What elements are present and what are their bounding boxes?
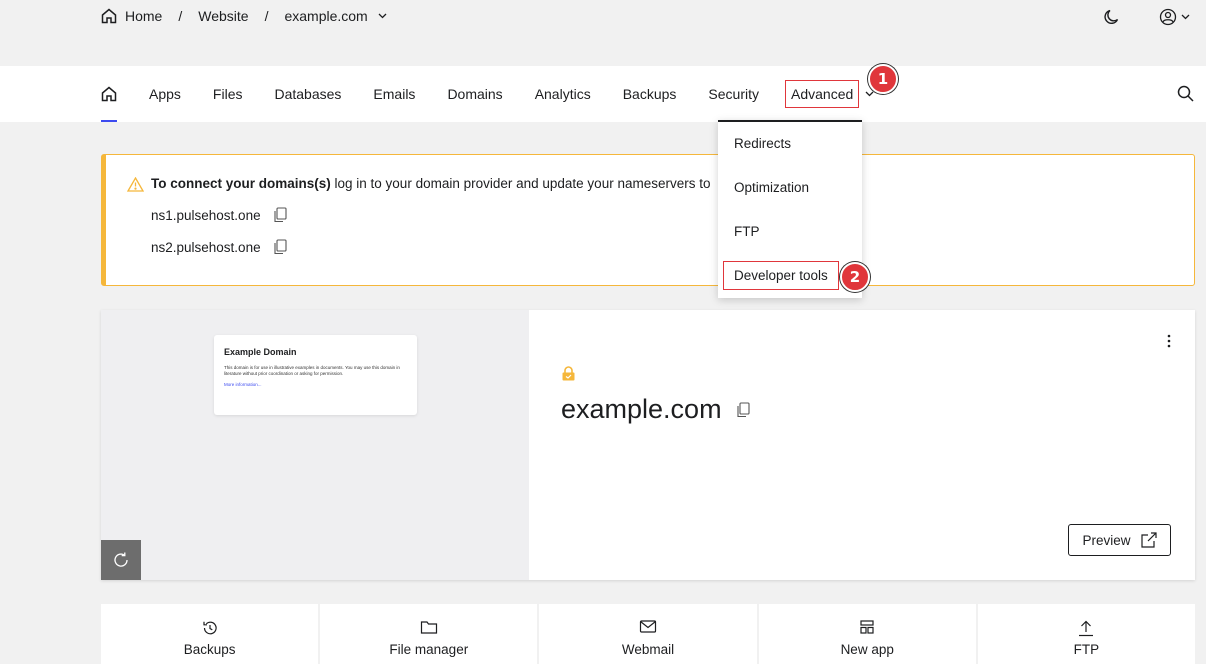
menu-item-optimization[interactable]: Optimization [734,180,809,195]
chevron-down-icon [378,13,387,19]
copy-icon[interactable] [273,207,287,223]
domain-name: example.com [561,394,750,425]
chevron-down-icon [1181,14,1190,20]
nav-tab-analytics[interactable]: Analytics [535,86,591,102]
user-avatar-icon [1159,8,1177,26]
quick-action-label: Webmail [621,642,675,657]
home-icon [101,8,117,24]
nav-tab-advanced[interactable]: Advanced 1 [785,64,898,108]
breadcrumb-domain-selector[interactable]: example.com [284,8,387,24]
nameserver-1: ns1.pulsehost.one [151,207,287,223]
thumbnail-body: This domain is for use in illustrative e… [224,365,400,376]
quick-action-webmail[interactable]: Webmail [539,604,757,664]
quick-actions: Backups File manager Webmail New app FTP [101,604,1196,664]
external-link-icon [1140,532,1157,548]
quick-action-file-manager[interactable]: File manager [320,604,538,664]
quick-action-new-app[interactable]: New app [758,604,976,664]
preview-button[interactable]: Preview [1068,524,1171,556]
backup-history-icon [202,620,218,636]
website-preview-pane: Example Domain This domain is for use in… [101,310,529,580]
quick-action-label: File manager [389,642,469,657]
breadcrumb-website[interactable]: Website [198,8,248,24]
dark-mode-toggle-moon-icon[interactable] [1103,8,1121,26]
thumbnail-title: Example Domain [224,347,297,357]
warning-icon [127,177,144,192]
refresh-icon [112,551,130,569]
breadcrumb-home[interactable]: Home [101,8,162,24]
quick-action-label: Backups [183,642,236,657]
nameserver-1-value: ns1.pulsehost.one [151,207,261,223]
breadcrumb-separator: / [178,8,183,24]
nav-tabs: Apps Files Databases Emails Domains Anal… [101,64,898,122]
alert-message-rest: log in to your domain provider and updat… [330,176,711,191]
step-annotation-badge: 2 [840,262,870,292]
website-card: Example Domain This domain is for use in… [101,310,1195,580]
nav-tab-emails[interactable]: Emails [373,86,415,102]
nav-tab-files[interactable]: Files [213,86,243,102]
nav-tab-home[interactable] [101,66,117,122]
advanced-dropdown-menu: Redirects Optimization FTP Developer too… [718,120,870,298]
breadcrumb-home-label: Home [125,8,163,24]
nav-tab-domains[interactable]: Domains [447,86,502,102]
quick-action-ftp[interactable]: FTP [977,604,1196,664]
nav-tab-advanced-label: Advanced [785,80,860,108]
menu-item-developer-tools[interactable]: Developer tools [723,261,839,290]
website-thumbnail[interactable]: Example Domain This domain is for use in… [214,335,417,415]
upload-icon [1078,620,1094,637]
preview-button-label: Preview [1082,532,1131,548]
search-icon[interactable] [1177,85,1194,102]
alert-message: To connect your domains(s) log in to you… [151,176,710,191]
folder-icon [420,620,437,634]
home-icon [101,86,117,102]
menu-item-redirects[interactable]: Redirects [734,136,791,151]
ssl-lock-icon [561,366,576,381]
nav-tab-backups[interactable]: Backups [623,86,677,102]
quick-action-backups[interactable]: Backups [101,604,319,664]
nav-tab-apps[interactable]: Apps [149,86,181,102]
top-bar: Home / Website / example.com [0,0,1206,36]
menu-item-ftp[interactable]: FTP [734,224,760,239]
chevron-down-icon [865,91,874,97]
more-options-icon[interactable] [1167,334,1171,348]
copy-icon[interactable] [736,401,750,418]
nav-tab-security[interactable]: Security [708,86,759,102]
app-grid-icon [860,620,874,634]
nameserver-2-value: ns2.pulsehost.one [151,239,261,255]
top-actions [1103,8,1190,26]
account-menu[interactable] [1159,8,1190,26]
nameserver-2: ns2.pulsehost.one [151,239,287,255]
thumbnail-link: More information... [224,382,262,387]
refresh-preview-button[interactable] [101,540,141,580]
nameserver-alert: To connect your domains(s) log in to you… [101,154,1195,286]
quick-action-label: New app [840,642,894,657]
breadcrumb-domain-label: example.com [284,8,368,24]
copy-icon[interactable] [273,239,287,255]
mail-icon [639,620,657,633]
step-annotation-badge: 1 [868,64,898,94]
main-navigation: Apps Files Databases Emails Domains Anal… [0,64,1206,122]
breadcrumb: Home / Website / example.com [101,8,387,24]
breadcrumb-separator: / [264,8,269,24]
breadcrumb-website-label: Website [198,8,249,24]
quick-action-label: FTP [1073,642,1100,657]
alert-message-bold: To connect your domains(s) [151,176,331,191]
domain-name-text: example.com [561,394,722,424]
nav-tab-databases[interactable]: Databases [274,86,341,102]
